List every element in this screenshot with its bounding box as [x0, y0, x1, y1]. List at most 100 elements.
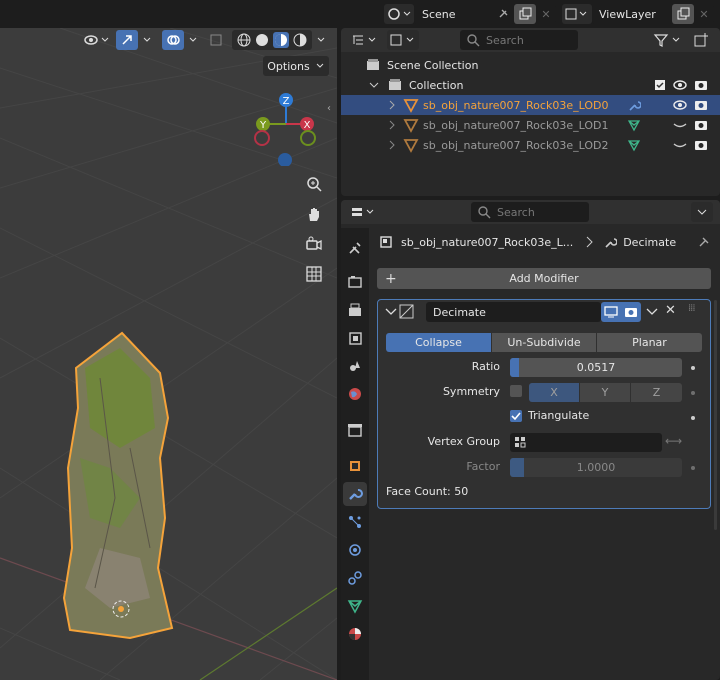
factor-slider[interactable]: 1.0000 — [510, 458, 682, 477]
axis-z-button[interactable]: Z — [631, 383, 682, 402]
tab-material[interactable] — [343, 622, 367, 646]
delete-viewlayer-button[interactable]: ✕ — [694, 4, 714, 24]
editmode-toggle[interactable] — [601, 302, 621, 322]
outliner-row-collection[interactable]: Collection — [341, 75, 720, 95]
outliner-row-object[interactable]: sb_obj_nature007_Rock03e_LOD1 — [341, 115, 720, 135]
axis-y-button[interactable]: Y — [580, 383, 630, 402]
properties-panel: Search sb_obj_nature007_Rock03e_L... Dec… — [341, 200, 720, 680]
options-dropdown[interactable]: Options — [263, 56, 329, 76]
symmetry-checkbox[interactable] — [510, 385, 522, 397]
checkbox-icon[interactable] — [654, 79, 666, 91]
ratio-slider[interactable]: 0.0517 — [510, 358, 682, 377]
eye-icon[interactable] — [673, 98, 687, 112]
overlays-dropdown[interactable] — [186, 30, 200, 50]
outliner-row-object[interactable]: sb_obj_nature007_Rock03e_LOD0 — [341, 95, 720, 115]
mode-planar-button[interactable]: Planar — [597, 333, 702, 352]
vertex-group-field[interactable] — [510, 433, 662, 452]
editor-type-dropdown[interactable] — [351, 202, 381, 222]
new-viewlayer-button[interactable] — [672, 4, 694, 24]
keyframe-dot[interactable] — [691, 466, 695, 470]
filter-type-dropdown[interactable] — [387, 30, 419, 50]
tab-render[interactable] — [343, 270, 367, 294]
chevron-right-icon[interactable] — [387, 120, 397, 130]
camera-view-button[interactable] — [302, 232, 326, 256]
tab-physics[interactable] — [343, 538, 367, 562]
viewlayer-selector[interactable]: ViewLayer — [592, 4, 672, 24]
outliner-search-input[interactable]: Search — [460, 30, 578, 50]
gizmo-toggle[interactable] — [116, 30, 138, 50]
xray-icon — [210, 34, 222, 46]
display-mode-dropdown[interactable] — [351, 30, 381, 50]
chevron-down-icon[interactable] — [369, 80, 379, 90]
visibility-dropdown[interactable] — [80, 30, 114, 50]
scene-selector[interactable]: Scene — [414, 4, 514, 24]
shading-dropdown[interactable] — [314, 30, 328, 50]
tab-data[interactable] — [343, 594, 367, 618]
outliner-row-object[interactable]: sb_obj_nature007_Rock03e_LOD2 — [341, 135, 720, 155]
new-collection-button[interactable] — [693, 30, 715, 50]
keyframe-dot[interactable] — [691, 416, 695, 420]
chevron-right-icon[interactable] — [387, 100, 397, 110]
keyframe-dot[interactable] — [691, 391, 695, 395]
add-modifier-button[interactable]: + Add Modifier — [377, 268, 711, 289]
mode-collapse-button[interactable]: Collapse — [386, 333, 491, 352]
tab-output[interactable] — [343, 298, 367, 322]
scene-type-dropdown[interactable] — [384, 4, 414, 24]
symmetry-axis-selector: X Y Z — [529, 383, 682, 402]
eye-closed-icon[interactable] — [673, 118, 687, 132]
eye-icon[interactable] — [673, 78, 687, 92]
tab-object[interactable] — [343, 454, 367, 478]
viewlayer-type-dropdown[interactable] — [562, 4, 592, 24]
chevron-right-icon[interactable] — [387, 140, 397, 150]
tab-constraints[interactable] — [343, 566, 367, 590]
render-toggle[interactable] — [621, 302, 641, 322]
properties-scrollbar[interactable] — [714, 300, 717, 530]
options-dropdown[interactable] — [691, 202, 713, 222]
properties-search-input[interactable]: Search — [471, 202, 589, 222]
camera-icon[interactable] — [694, 118, 708, 132]
hand-icon — [309, 208, 319, 221]
tab-particles[interactable] — [343, 510, 367, 534]
plus-icon: + — [385, 270, 397, 287]
search-icon — [478, 206, 491, 219]
zoom-button[interactable] — [302, 172, 326, 196]
chevron-down-icon — [189, 37, 197, 42]
mode-unsubdivide-button[interactable]: Un-Subdivide — [492, 333, 596, 352]
eye-closed-icon[interactable] — [673, 138, 687, 152]
triangulate-checkbox[interactable] — [510, 410, 522, 422]
camera-icon[interactable] — [694, 78, 708, 92]
camera-icon[interactable] — [694, 138, 708, 152]
perspective-toggle-button[interactable] — [302, 262, 326, 286]
tab-collection[interactable] — [343, 418, 367, 442]
gizmo-dropdown[interactable] — [140, 30, 154, 50]
outliner-row-scene-collection[interactable]: Scene Collection — [341, 55, 720, 75]
properties-header: Search — [341, 200, 720, 224]
mode-collapse-label: Collapse — [415, 336, 462, 349]
drag-handle-icon[interactable]: ⁞⁞⁞ — [688, 303, 695, 314]
delete-scene-button[interactable]: ✕ — [536, 4, 556, 24]
camera-icon[interactable] — [694, 98, 708, 112]
invert-arrows-icon[interactable]: ⟷ — [665, 434, 682, 448]
3d-viewport[interactable]: Options ‹ Z X Y — [0, 28, 337, 680]
overlays-toggle[interactable] — [162, 30, 184, 50]
modifier-name-field[interactable]: Decimate — [426, 302, 601, 322]
close-icon[interactable]: ✕ — [665, 303, 676, 318]
filter-dropdown[interactable] — [653, 30, 687, 50]
new-scene-button[interactable] — [514, 4, 536, 24]
pan-button[interactable] — [302, 202, 326, 226]
chevron-down-icon[interactable] — [385, 306, 397, 318]
mesh-object-icon — [403, 119, 419, 133]
navigation-gizmo[interactable]: Z X Y — [250, 90, 330, 166]
tab-tool[interactable] — [343, 236, 367, 260]
search-icon — [467, 34, 480, 47]
tab-scene[interactable] — [343, 354, 367, 378]
tab-view-layer[interactable] — [343, 326, 367, 350]
axis-x-button[interactable]: X — [529, 383, 579, 402]
shading-modes[interactable] — [232, 30, 312, 50]
tab-world[interactable] — [343, 382, 367, 406]
tab-modifiers[interactable] — [343, 482, 367, 506]
keyframe-dot[interactable] — [691, 366, 695, 370]
chevron-down-icon[interactable] — [646, 306, 658, 318]
pin-icon[interactable] — [697, 235, 711, 249]
xray-toggle[interactable] — [206, 30, 226, 50]
